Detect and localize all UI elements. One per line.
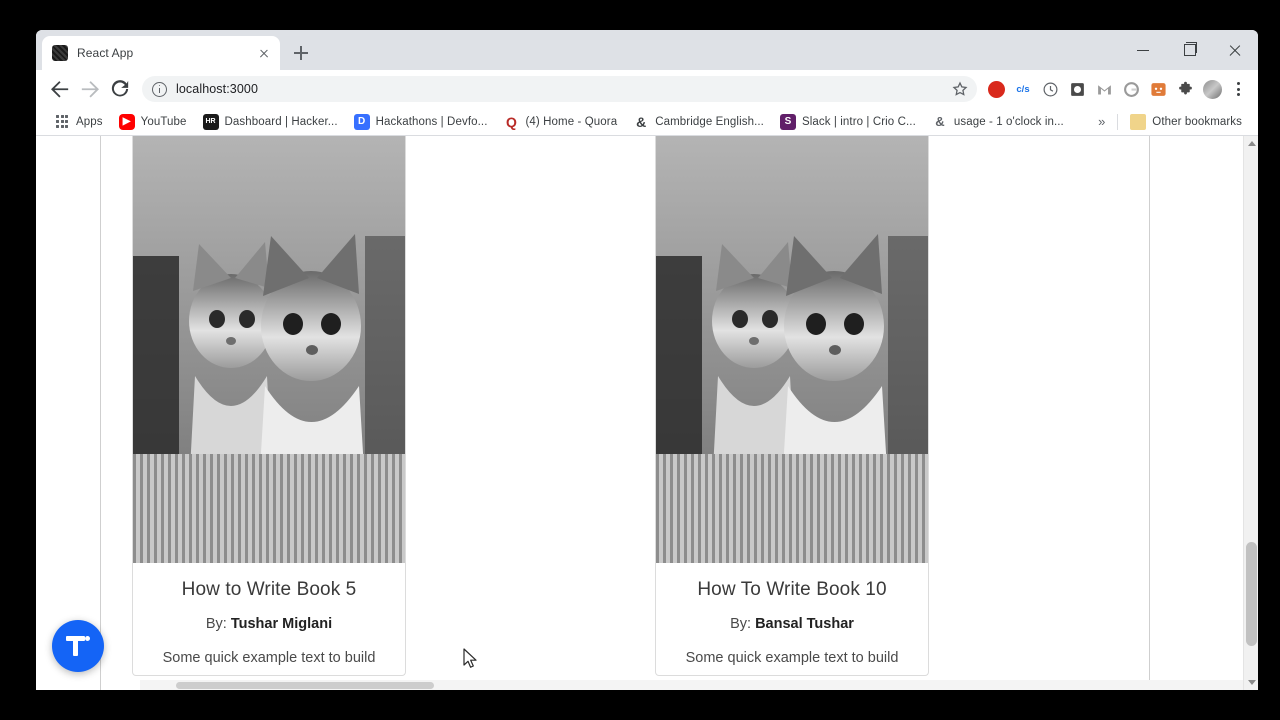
bookmark-label: Other bookmarks bbox=[1152, 115, 1242, 128]
scroll-up-arrow-icon[interactable] bbox=[1244, 136, 1258, 151]
by-label: By: bbox=[205, 615, 227, 632]
book-author-line: By: Tushar Miglani bbox=[143, 616, 395, 632]
book-description: Some quick example text to build bbox=[685, 649, 899, 666]
maximize-window-button[interactable] bbox=[1166, 30, 1212, 70]
tab-strip: React App bbox=[36, 30, 1258, 70]
horizontal-scrollbar-thumb[interactable] bbox=[176, 682, 434, 689]
bookmark-label: (4) Home - Quora bbox=[525, 115, 618, 128]
opera-extension-icon[interactable] bbox=[983, 76, 1009, 102]
reload-button[interactable] bbox=[106, 75, 134, 103]
book-cover-image bbox=[656, 136, 928, 563]
bookmark-slack[interactable]: S Slack | intro | Crio C... bbox=[772, 111, 924, 133]
minimize-window-button[interactable] bbox=[1120, 30, 1166, 70]
by-label: By: bbox=[730, 615, 752, 632]
book-author-line: By: Bansal Tushar bbox=[666, 616, 918, 632]
bookmark-apps[interactable]: Apps bbox=[46, 111, 111, 133]
layout-rule-right bbox=[1149, 136, 1150, 690]
folder-icon bbox=[1130, 113, 1147, 130]
bookmark-label: YouTube bbox=[140, 115, 187, 128]
address-bar[interactable]: localhost:3000 bbox=[142, 76, 977, 102]
browser-toolbar: localhost:3000 c/s bbox=[36, 70, 1258, 108]
book-title: How to Write Book 5 bbox=[181, 579, 357, 600]
close-tab-icon[interactable] bbox=[256, 45, 272, 61]
vertical-scrollbar[interactable] bbox=[1243, 136, 1258, 690]
bookmark-youtube[interactable]: ▶ YouTube bbox=[111, 111, 195, 133]
forward-button[interactable] bbox=[76, 75, 104, 103]
opera-extension-glyph bbox=[987, 80, 1005, 98]
bookmark-label: Dashboard | Hacker... bbox=[224, 115, 338, 128]
info-circle-icon[interactable] bbox=[152, 81, 167, 97]
reload-icon bbox=[111, 80, 129, 97]
arrow-left-icon bbox=[51, 81, 69, 98]
book-author: Tushar Miglani bbox=[230, 615, 333, 632]
screen: React App localhost:3000 c/s Apps ▶ YouT… bbox=[0, 0, 1280, 720]
tab-title: React App bbox=[77, 46, 134, 60]
close-window-button[interactable] bbox=[1212, 30, 1258, 70]
profile-avatar-image bbox=[1202, 79, 1222, 99]
book-description: Some quick example text to build bbox=[162, 649, 376, 666]
kittens-photo bbox=[133, 136, 405, 563]
browser-window: React App localhost:3000 c/s Apps ▶ YouT… bbox=[36, 30, 1258, 690]
youtube-icon: ▶ bbox=[118, 113, 135, 130]
page-viewport: How to Write Book 5 By: Tushar Miglani S… bbox=[36, 136, 1258, 690]
react-app-favicon bbox=[52, 45, 68, 61]
cjs-extension-icon[interactable]: c/s bbox=[1010, 76, 1036, 102]
clock-extension-icon[interactable] bbox=[1037, 76, 1063, 102]
devfolio-icon: D bbox=[353, 113, 370, 130]
gmail-extension-icon[interactable] bbox=[1091, 76, 1117, 102]
horizontal-scrollbar[interactable] bbox=[140, 680, 1243, 690]
book-title: How To Write Book 10 bbox=[697, 579, 887, 600]
kittens-photo bbox=[656, 136, 928, 563]
puzzle-extensions-icon[interactable] bbox=[1172, 76, 1198, 102]
docs-icon: & bbox=[935, 114, 945, 129]
arrow-right-icon bbox=[81, 81, 99, 98]
window-controls bbox=[1120, 30, 1258, 70]
hackerrank-icon: HR bbox=[202, 113, 219, 130]
bookmark-label: Cambridge English... bbox=[655, 115, 764, 128]
browser-tab-react-app[interactable]: React App bbox=[42, 36, 280, 70]
bookmark-label: Apps bbox=[76, 115, 103, 128]
bookmarks-overflow-button[interactable]: » bbox=[1090, 114, 1113, 129]
grammarly-extension-icon[interactable] bbox=[1118, 76, 1144, 102]
bookmark-label: Hackathons | Devfo... bbox=[375, 115, 488, 128]
quora-icon: Q bbox=[506, 113, 517, 130]
grammarly-fab[interactable] bbox=[52, 620, 104, 672]
new-tab-button[interactable] bbox=[287, 39, 315, 67]
book-author: Bansal Tushar bbox=[755, 615, 854, 632]
book-card-body: How to Write Book 5 By: Tushar Miglani S… bbox=[133, 563, 405, 675]
apps-grid-icon bbox=[54, 114, 70, 130]
bookmark-hackerrank[interactable]: HR Dashboard | Hacker... bbox=[195, 111, 346, 133]
chrome-menu-button[interactable] bbox=[1226, 76, 1250, 102]
page-content: How to Write Book 5 By: Tushar Miglani S… bbox=[36, 136, 1243, 690]
bookmarks-divider bbox=[1117, 113, 1119, 130]
bookmark-label: Slack | intro | Crio C... bbox=[801, 115, 916, 128]
fox-extension-icon[interactable] bbox=[1145, 76, 1171, 102]
cambridge-icon: & bbox=[636, 113, 647, 130]
bookmark-other-bookmarks[interactable]: Other bookmarks bbox=[1122, 111, 1250, 133]
profile-avatar[interactable] bbox=[1199, 76, 1225, 102]
cjs-extension-glyph: c/s bbox=[1016, 83, 1030, 95]
page-inner: How to Write Book 5 By: Tushar Miglani S… bbox=[36, 136, 1243, 690]
scroll-down-arrow-icon[interactable] bbox=[1244, 675, 1258, 690]
grammarly-logo-dot bbox=[85, 636, 90, 641]
bookmark-label: usage - 1 o'clock in... bbox=[953, 115, 1064, 128]
slack-icon: S bbox=[779, 113, 796, 130]
bookmark-usage-doc[interactable]: & usage - 1 o'clock in... bbox=[924, 111, 1072, 133]
layout-rule-left bbox=[100, 136, 101, 690]
pocket-extension-icon[interactable] bbox=[1064, 76, 1090, 102]
bookmark-quora[interactable]: Q (4) Home - Quora bbox=[496, 111, 626, 133]
book-card[interactable]: How To Write Book 10 By: Bansal Tushar S… bbox=[655, 136, 929, 676]
extensions-tray: c/s bbox=[983, 76, 1250, 102]
book-card-body: How To Write Book 10 By: Bansal Tushar S… bbox=[656, 563, 928, 675]
bookmark-devfolio[interactable]: D Hackathons | Devfo... bbox=[346, 111, 496, 133]
vertical-scrollbar-thumb[interactable] bbox=[1246, 542, 1257, 646]
book-card[interactable]: How to Write Book 5 By: Tushar Miglani S… bbox=[132, 136, 406, 676]
bookmarks-bar: Apps ▶ YouTube HR Dashboard | Hacker... … bbox=[36, 108, 1258, 136]
address-bar-url: localhost:3000 bbox=[176, 82, 259, 96]
star-icon[interactable] bbox=[949, 78, 971, 100]
book-cover-image bbox=[133, 136, 405, 563]
back-button[interactable] bbox=[46, 75, 74, 103]
bookmark-cambridge-english[interactable]: & Cambridge English... bbox=[625, 111, 772, 133]
grammarly-logo-icon bbox=[66, 636, 90, 656]
